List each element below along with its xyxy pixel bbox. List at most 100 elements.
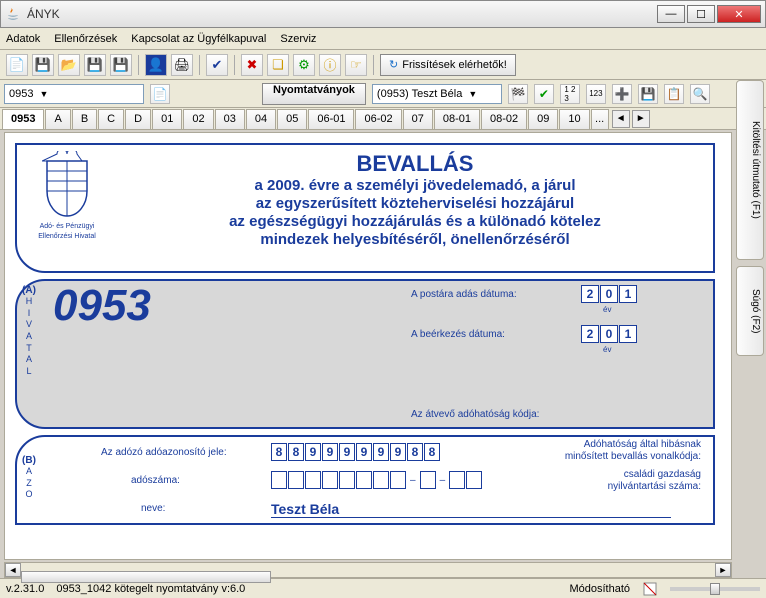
tab-0953[interactable]: 0953	[2, 109, 44, 129]
tab-strip: 0953 A B C D 01 02 03 04 05 06-01 06-02 …	[0, 108, 766, 130]
hibas-label2: minősített bevallás vonalkódja:	[531, 451, 701, 462]
save3-icon[interactable]: 💾	[110, 54, 132, 76]
tab-04[interactable]: 04	[246, 109, 276, 129]
form-sub4: mindezek helyesbítéséről, önellenőrzésér…	[121, 231, 709, 249]
user-icon[interactable]: 👤	[145, 54, 167, 76]
add-page-icon[interactable]: ➕	[612, 84, 632, 104]
delete-icon[interactable]: ✖	[241, 54, 263, 76]
status-flag-icon	[642, 581, 658, 597]
zoom-slider[interactable]	[670, 587, 760, 591]
tax-id-boxes[interactable]: 8899999988	[271, 443, 440, 461]
minimize-button[interactable]: —	[657, 5, 685, 23]
java-icon	[5, 6, 21, 22]
menu-adatok[interactable]: Adatok	[6, 33, 40, 45]
brush-icon[interactable]: ❏	[267, 54, 289, 76]
nyomtatvanyok-button[interactable]: Nyomtatványok	[262, 83, 366, 105]
form-number: 0953	[53, 281, 151, 331]
status-doc: 0953_1042 kötegelt nyomtatvány v:6.0	[56, 583, 557, 595]
maximize-button[interactable]: ☐	[687, 5, 715, 23]
scroll-left-icon[interactable]: ◄	[5, 563, 21, 577]
exit-icon[interactable]: ☞	[345, 54, 367, 76]
form-title: BEVALLÁS	[121, 151, 709, 177]
page-icon[interactable]: 📄	[150, 84, 170, 104]
post-date-label: A postára adás dátuma:	[411, 289, 517, 300]
tab-06-01[interactable]: 06-01	[308, 109, 354, 129]
side-sugo-tab[interactable]: Súgó (F2)	[736, 266, 764, 356]
csaladi-label2: nyilvántartási száma:	[571, 481, 701, 492]
status-state: Módosítható	[569, 583, 630, 595]
tab-02[interactable]: 02	[183, 109, 213, 129]
window-title: ÁNYK	[27, 7, 655, 21]
horizontal-scrollbar[interactable]: ◄ ►	[4, 562, 732, 578]
coat-of-arms-icon	[42, 151, 92, 221]
search-icon[interactable]: 🔍	[690, 84, 710, 104]
scroll-thumb[interactable]	[21, 571, 271, 583]
name-value[interactable]: Teszt Béla	[271, 501, 671, 518]
tab-03[interactable]: 03	[215, 109, 245, 129]
form-code-combo[interactable]: 0953▼	[4, 84, 144, 104]
num12-icon[interactable]: 1 23	[560, 84, 580, 104]
tab-01[interactable]: 01	[152, 109, 182, 129]
group-b: (B)	[22, 455, 36, 466]
check2-icon[interactable]: ✔	[534, 84, 554, 104]
scroll-right-icon[interactable]: ►	[715, 563, 731, 577]
flag-icon[interactable]: 🏁	[508, 84, 528, 104]
close-button[interactable]: ✕	[717, 5, 761, 23]
csaladi-label1: családi gazdaság	[571, 469, 701, 480]
menu-ugyfelkapu[interactable]: Kapcsolat az Ügyfélkapuval	[131, 33, 266, 45]
tab-08-02[interactable]: 08-02	[481, 109, 527, 129]
tax-num-label: adószáma:	[131, 475, 180, 486]
tab-06-02[interactable]: 06-02	[355, 109, 401, 129]
section-hivatal: (A) H I V A T A L 0953 A postára adás dá…	[15, 279, 715, 429]
savebar-icon[interactable]: 💾	[638, 84, 658, 104]
save2-icon[interactable]: 💾	[84, 54, 106, 76]
save-icon[interactable]: 💾	[32, 54, 54, 76]
menu-ellenorzesek[interactable]: Ellenőrzések	[54, 33, 117, 45]
post-date-boxes[interactable]: 201	[581, 285, 637, 303]
form-sub1: a 2009. évre a személyi jövedelemadó, a …	[121, 177, 709, 195]
tab-08-01[interactable]: 08-01	[434, 109, 480, 129]
tab-05[interactable]: 05	[277, 109, 307, 129]
print-icon[interactable]: 🖨	[171, 54, 193, 76]
section-azonositas: (B) A Z O Az adózó adóazonosító jele: 88…	[15, 435, 715, 525]
tax-id-label: Az adózó adóazonosító jele:	[101, 447, 227, 458]
form-viewport: Adó- és Pénzügyi Ellenőrzési Hivatal BEV…	[4, 132, 732, 560]
tab-c[interactable]: C	[98, 109, 124, 129]
tab-b[interactable]: B	[72, 109, 97, 129]
check-icon[interactable]: ✔	[206, 54, 228, 76]
window-titlebar: ÁNYK — ☐ ✕	[0, 0, 766, 28]
menubar: Adatok Ellenőrzések Kapcsolat az Ügyfélk…	[0, 28, 766, 50]
num123-icon[interactable]: 123	[586, 84, 606, 104]
apeh-label-1: Adó- és Pénzügyi	[40, 223, 95, 231]
recv-date-boxes[interactable]: 201	[581, 325, 637, 343]
updates-button[interactable]: ↻ Frissítések elérhetők!	[380, 54, 516, 76]
status-version: v.2.31.0	[6, 583, 44, 595]
copy-icon[interactable]: 📋	[664, 84, 684, 104]
name-label: neve:	[141, 503, 165, 514]
side-panel: Kitöltési útmutató (F1) Súgó (F2)	[736, 80, 764, 356]
new-icon[interactable]: 📄	[6, 54, 28, 76]
recv-date-label: A beérkezés dátuma:	[411, 329, 505, 340]
group-a: (A)	[22, 285, 36, 296]
side-help-tab[interactable]: Kitöltési útmutató (F1)	[736, 80, 764, 260]
apeh-label-2: Ellenőrzési Hivatal	[38, 233, 96, 241]
auth-code-label: Az átvevő adóhatóság kódja:	[411, 409, 539, 420]
tab-a[interactable]: A	[45, 109, 70, 129]
tax-num-boxes[interactable]: – –	[271, 471, 482, 489]
tab-prev[interactable]: ◄	[612, 110, 630, 128]
info-icon[interactable]: ⓘ	[319, 54, 341, 76]
person-combo[interactable]: (0953) Teszt Béla▼	[372, 84, 502, 104]
tab-09[interactable]: 09	[528, 109, 558, 129]
toolbar: 📄 💾 📂 💾 💾 👤 🖨 ✔ ✖ ❏ ⚙ ⓘ ☞ ↻ Frissítések …	[0, 50, 766, 80]
tab-next[interactable]: ►	[632, 110, 650, 128]
tab-07[interactable]: 07	[403, 109, 433, 129]
hibas-label1: Adóhatóság által hibásnak	[531, 439, 701, 450]
open-icon[interactable]: 📂	[58, 54, 80, 76]
selector-bar: 0953▼ 📄 Nyomtatványok (0953) Teszt Béla▼…	[0, 80, 766, 108]
tab-10[interactable]: 10	[559, 109, 589, 129]
form-header: Adó- és Pénzügyi Ellenőrzési Hivatal BEV…	[15, 143, 715, 273]
calc-icon[interactable]: ⚙	[293, 54, 315, 76]
menu-szerviz[interactable]: Szerviz	[280, 33, 316, 45]
tab-more[interactable]: ...	[591, 109, 609, 129]
tab-d[interactable]: D	[125, 109, 151, 129]
